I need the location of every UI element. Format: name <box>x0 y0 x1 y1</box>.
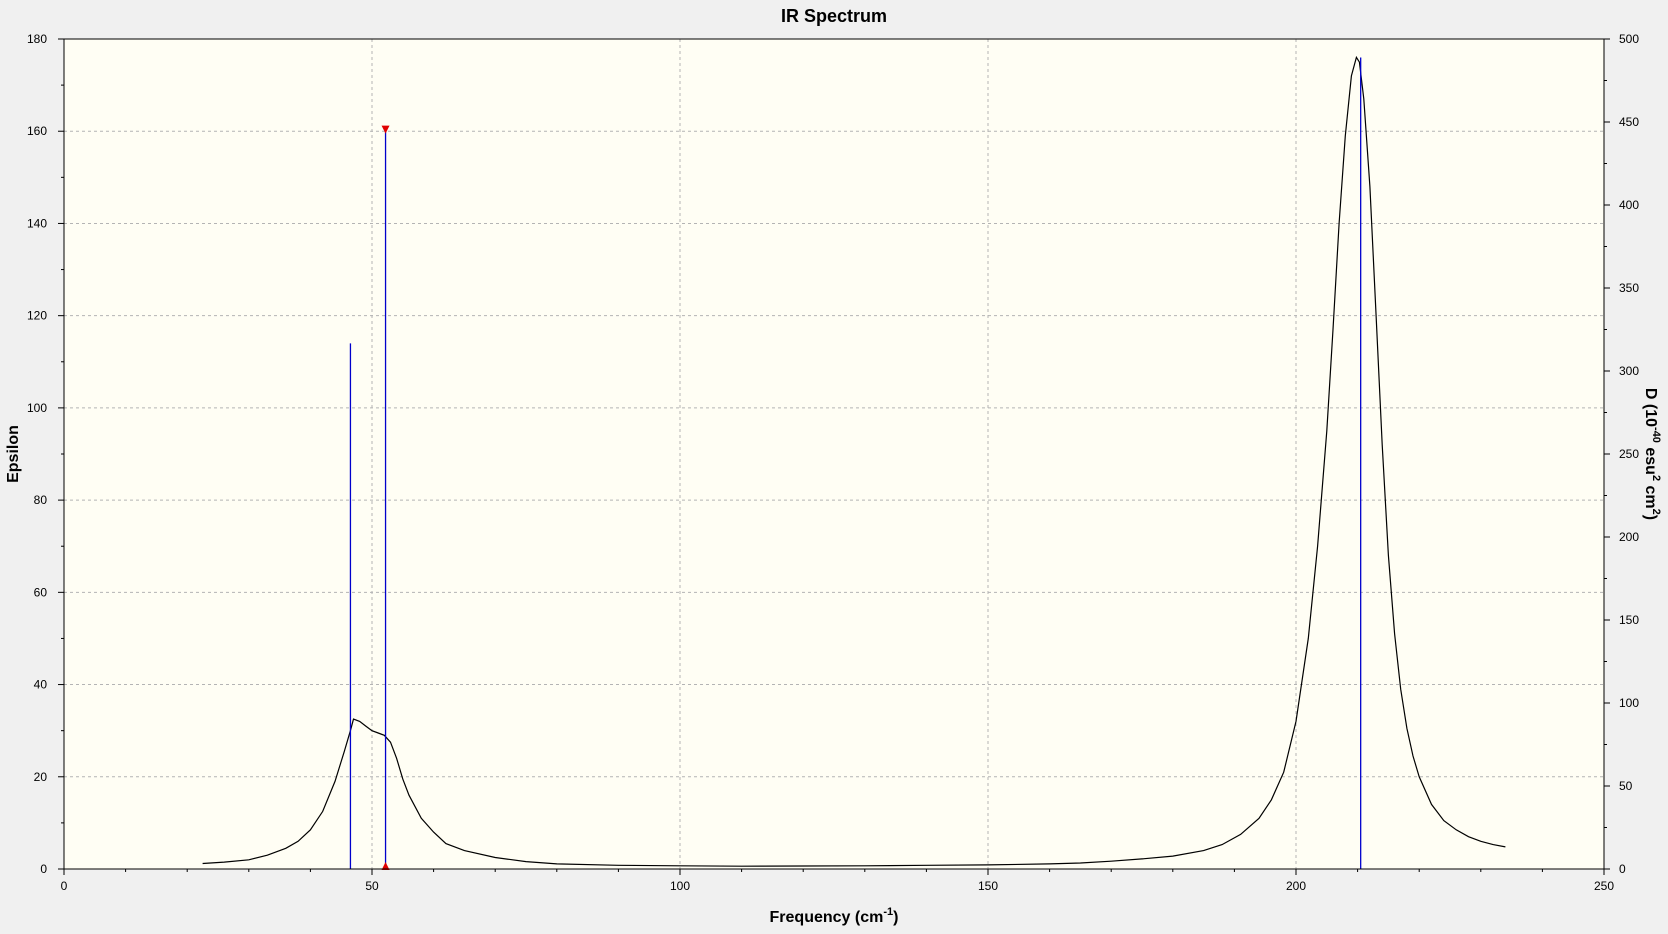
y2-tick-label: 50 <box>1619 779 1633 793</box>
y2-tick-label: 200 <box>1619 530 1639 544</box>
x-tick-label: 100 <box>670 879 690 893</box>
y2-tick-label: 350 <box>1619 281 1639 295</box>
x-axis-label: Frequency (cm-1) <box>770 906 899 926</box>
ir-spectrum-chart: IR Spectrum 0 50 100 150 200 250 0 20 40 60 80 100… <box>0 0 1668 934</box>
x-tick-label: 250 <box>1594 879 1614 893</box>
y2-tick-label: 300 <box>1619 364 1639 378</box>
y-tick-label: 0 <box>40 862 47 876</box>
y2-tick-label: 150 <box>1619 613 1639 627</box>
y2-tick-label: 450 <box>1619 115 1639 129</box>
x-tick-label: 0 <box>61 879 68 893</box>
y-tick-label: 160 <box>27 124 47 138</box>
y-tick-label: 120 <box>27 309 47 323</box>
y-tick-label: 180 <box>27 32 47 46</box>
y2-tick-label: 500 <box>1619 32 1639 46</box>
chart-title: IR Spectrum <box>781 6 887 26</box>
y2-axis-label: D (10-40 esu2 cm2) <box>1642 388 1662 520</box>
y-tick-label: 40 <box>34 678 48 692</box>
y2-tick-label: 250 <box>1619 447 1639 461</box>
x-tick-label: 50 <box>365 879 379 893</box>
y-tick-label: 60 <box>34 585 48 599</box>
plot-area <box>64 39 1604 869</box>
y-tick-label: 140 <box>27 216 47 230</box>
y-axis-label: Epsilon <box>5 425 22 483</box>
y-tick-label: 80 <box>34 493 48 507</box>
y2-tick-label: 400 <box>1619 198 1639 212</box>
x-tick-label: 150 <box>978 879 998 893</box>
y2-tick-label: 100 <box>1619 696 1639 710</box>
y-tick-label: 20 <box>34 770 48 784</box>
x-tick-label: 200 <box>1286 879 1306 893</box>
y2-tick-label: 0 <box>1619 862 1626 876</box>
y-tick-label: 100 <box>27 401 47 415</box>
